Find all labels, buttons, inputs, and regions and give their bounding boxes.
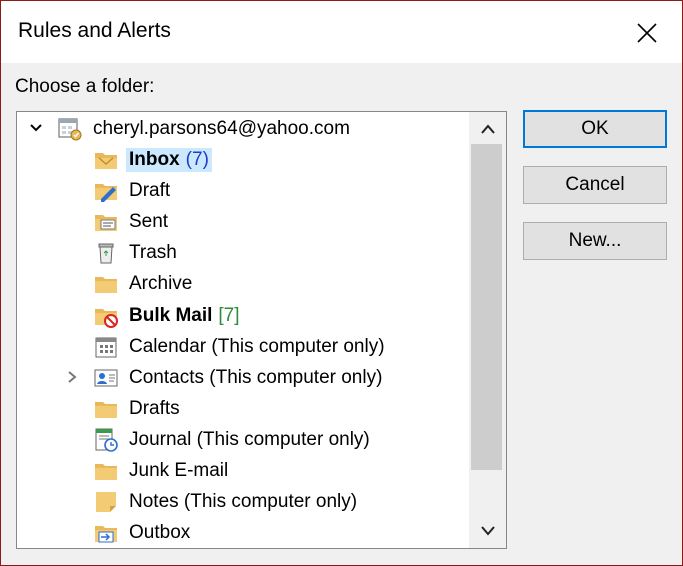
tree-row-folder[interactable]: Contacts (This computer only) <box>17 362 469 393</box>
ok-button[interactable]: OK <box>523 110 667 148</box>
tree-row-folder[interactable]: Drafts <box>17 393 469 424</box>
scroll-down-button[interactable] <box>469 515 506 545</box>
folder-tree[interactable]: cheryl.parsons64@yahoo.com Inbox (7) Draft… <box>16 111 507 549</box>
folder-label: Outbox <box>126 521 193 545</box>
trash-icon <box>93 240 119 266</box>
folder-label: Inbox (7) <box>126 148 212 172</box>
folder-label: Bulk Mail [7] <box>126 304 243 328</box>
account-label: cheryl.parsons64@yahoo.com <box>93 118 350 139</box>
rules-and-alerts-dialog: Rules and Alerts Choose a folder: cheryl… <box>0 0 683 566</box>
calendar-icon <box>93 334 119 360</box>
draft-folder-icon <box>93 178 119 204</box>
tree-row-folder[interactable]: Junk E-mail <box>17 455 469 486</box>
chevron-down-icon <box>480 526 495 536</box>
tree-row-folder[interactable]: Trash <box>17 237 469 268</box>
folder-label: Contacts (This computer only) <box>126 366 385 390</box>
tree-row-folder[interactable]: Notes (This computer only) <box>17 486 469 517</box>
tree-row-folder[interactable]: Inbox (7) <box>17 144 469 175</box>
inbox-folder-icon <box>93 147 119 173</box>
close-icon <box>637 23 657 43</box>
tree-row-folder[interactable]: Sent <box>17 206 469 237</box>
unread-count: [7] <box>218 304 240 326</box>
folder-name: Calendar (This computer only) <box>129 335 385 357</box>
outbox-folder-icon <box>93 520 119 546</box>
folder-name: Inbox <box>129 149 180 170</box>
choose-folder-label: Choose a folder: <box>15 76 155 97</box>
folder-label: Draft <box>126 179 173 203</box>
notes-icon <box>93 489 119 515</box>
folder-name: Bulk Mail <box>129 304 213 326</box>
folder-name: Archive <box>129 273 193 295</box>
archive-folder-icon <box>93 271 119 297</box>
new-folder-button[interactable]: New... <box>523 222 667 260</box>
folder-label: Trash <box>126 241 180 265</box>
folder-label: Journal (This computer only) <box>126 428 373 452</box>
folder-name: Trash <box>129 242 177 264</box>
folder-label: Sent <box>126 210 171 234</box>
folder-name: Contacts (This computer only) <box>129 366 383 388</box>
expand-chevron-icon[interactable] <box>61 366 83 388</box>
folder-name: Drafts <box>129 397 180 419</box>
contacts-icon <box>93 365 119 391</box>
folder-label: Archive <box>126 272 195 296</box>
collapse-chevron-icon[interactable] <box>25 117 47 139</box>
chevron-up-icon <box>480 124 495 134</box>
folder-label: Notes (This computer only) <box>126 490 360 514</box>
title-bar: Rules and Alerts <box>1 1 682 63</box>
journal-icon <box>93 427 119 453</box>
bulk-mail-folder-icon <box>93 303 119 329</box>
folder-name: Draft <box>129 180 171 202</box>
folder-label: Calendar (This computer only) <box>126 335 388 359</box>
unread-count: (7) <box>185 149 209 170</box>
tree-row-account[interactable]: cheryl.parsons64@yahoo.com <box>17 113 469 144</box>
folder-name: Outbox <box>129 522 191 544</box>
junk-folder-icon <box>93 458 119 484</box>
dialog-title: Rules and Alerts <box>18 19 171 42</box>
scrollbar-thumb[interactable] <box>471 144 502 470</box>
folder-label: Drafts <box>126 397 183 421</box>
tree-row-folder[interactable]: Journal (This computer only) <box>17 424 469 455</box>
account-data-file-icon <box>57 116 83 142</box>
scroll-up-button[interactable] <box>469 114 506 144</box>
sent-folder-icon <box>93 209 119 235</box>
tree-row-folder[interactable]: Calendar (This computer only) <box>17 331 469 362</box>
vertical-scrollbar[interactable] <box>469 112 506 548</box>
tree-row-folder[interactable]: Draft <box>17 175 469 206</box>
tree-row-folder[interactable]: Archive <box>17 268 469 299</box>
cancel-button[interactable]: Cancel <box>523 166 667 204</box>
tree-row-folder[interactable]: Outbox <box>17 517 469 548</box>
folder-label: Junk E-mail <box>126 459 231 483</box>
close-button[interactable] <box>627 15 667 51</box>
folder-name: Notes (This computer only) <box>129 491 358 513</box>
folder-name: Journal (This computer only) <box>129 428 370 450</box>
folder-name: Junk E-mail <box>129 460 229 481</box>
folder-name: Sent <box>129 211 169 233</box>
tree-row-folder[interactable]: Bulk Mail [7] <box>17 300 469 331</box>
drafts-folder-icon <box>93 396 119 422</box>
